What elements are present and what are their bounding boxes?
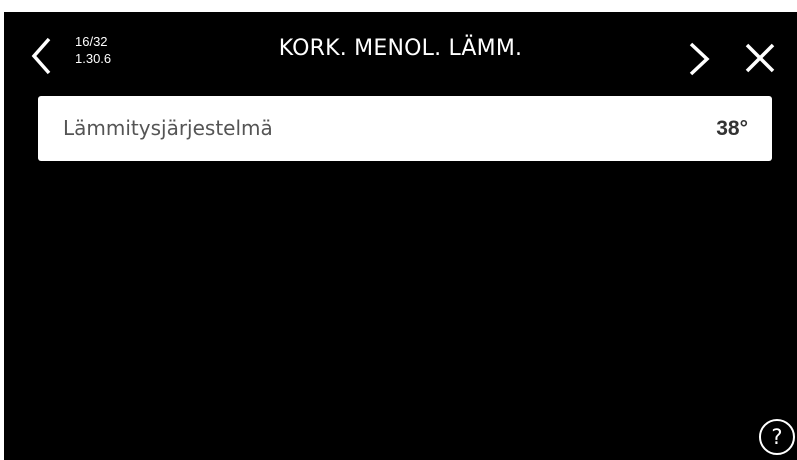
page-title: KORK. MENOL. LÄMM.: [278, 36, 523, 61]
help-icon: ?: [771, 425, 783, 449]
chevron-right-icon: [689, 42, 710, 76]
close-button[interactable]: [742, 40, 778, 76]
setting-label: Lämmitysjärjestelmä: [63, 116, 273, 140]
page-position: 16/32: [75, 34, 108, 49]
help-button[interactable]: ?: [759, 419, 795, 455]
chevron-left-icon: [31, 37, 51, 75]
close-icon: [745, 43, 775, 73]
screen: 16/32 1.30.6 KORK. MENOL. LÄMM. Lämmitys…: [4, 12, 797, 460]
setting-value: 38°: [716, 117, 748, 140]
back-button[interactable]: [30, 36, 54, 76]
setting-row-heating-system[interactable]: Lämmitysjärjestelmä 38°: [38, 96, 772, 161]
page-counter: 16/32 1.30.6: [75, 33, 111, 67]
menu-code: 1.30.6: [75, 51, 112, 66]
next-button[interactable]: [686, 39, 712, 79]
